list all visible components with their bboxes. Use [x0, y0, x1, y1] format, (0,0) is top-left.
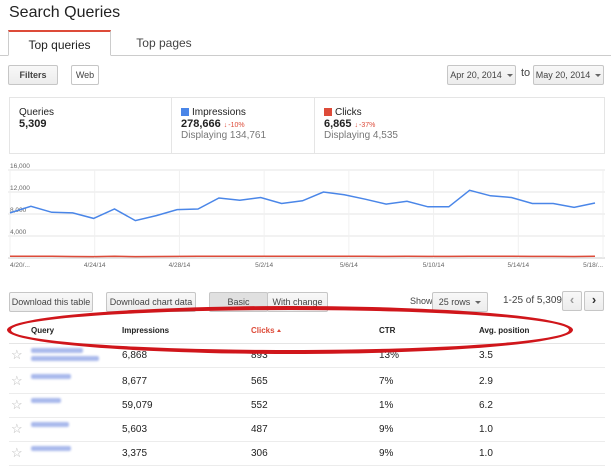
stat-queries-label: Queries — [19, 107, 55, 118]
cell-ctr: 9% — [379, 448, 394, 459]
page-title: Search Queries — [9, 4, 121, 21]
y-tick-label: 16,000 — [10, 163, 30, 170]
filters-button[interactable]: Filters — [8, 65, 58, 85]
x-tick-label: 4/20/... — [10, 262, 30, 269]
stat-clicks-delta: -37% — [359, 122, 376, 129]
stat-clicks[interactable]: Clicks 6,865 ↓-37% Displaying 4,535 — [314, 98, 459, 153]
table-row[interactable]: ☆ 59,079 552 1% 6.2 — [9, 394, 605, 418]
x-tick-label: 4/28/14 — [169, 262, 191, 269]
stat-impressions-label-row: Impressions — [181, 107, 314, 118]
x-tick-label: 5/14/14 — [507, 262, 529, 269]
star-icon[interactable]: ☆ — [11, 445, 23, 461]
chevron-down-icon — [475, 301, 482, 305]
query-link[interactable] — [31, 398, 61, 406]
end-date-label: May 20, 2014 — [535, 70, 591, 80]
cell-avg-position: 1.0 — [479, 424, 493, 435]
table-row[interactable]: ☆ 5,603 487 9% 1.0 — [9, 418, 605, 442]
cell-impressions: 59,079 — [122, 400, 153, 411]
stat-queries[interactable]: Queries 5,309 — [10, 98, 171, 153]
chevron-left-icon: ‹ — [569, 292, 575, 307]
table-row[interactable]: ☆ 8,677 565 7% 2.9 — [9, 370, 605, 394]
cell-clicks: 487 — [251, 424, 268, 435]
clicks-swatch — [324, 108, 332, 116]
download-table-button[interactable]: Download this table — [9, 292, 93, 312]
query-link[interactable] — [31, 422, 69, 430]
table-row[interactable]: ☆ 3,375 306 9% 1.0 — [9, 442, 605, 466]
cell-avg-position: 3.5 — [479, 350, 493, 361]
x-tick-label: 5/2/14 — [255, 262, 273, 269]
stat-clicks-label: Clicks — [335, 107, 362, 118]
start-date-dropdown[interactable]: Apr 20, 2014 — [447, 65, 516, 85]
x-tick-label: 5/6/14 — [340, 262, 358, 269]
tab-bar: Top queries Top pages — [0, 30, 611, 56]
stat-clicks-sub: Displaying 4,535 — [324, 130, 398, 141]
stat-impressions-value-row: 278,666 ↓-10% — [181, 118, 314, 130]
stat-clicks-value: 6,865 — [324, 118, 352, 130]
cell-impressions: 6,868 — [122, 350, 148, 361]
web-filter-button[interactable]: Web — [71, 65, 99, 85]
series-line-impressions — [9, 189, 596, 222]
cell-impressions: 3,375 — [122, 448, 148, 459]
star-icon[interactable]: ☆ — [11, 397, 23, 413]
cell-impressions: 8,677 — [122, 376, 148, 387]
rows-per-page-label: 25 rows — [438, 297, 471, 307]
star-icon[interactable]: ☆ — [11, 373, 23, 389]
cell-impressions: 5,603 — [122, 424, 148, 435]
query-link[interactable] — [31, 374, 71, 382]
cell-avg-position: 1.0 — [479, 448, 493, 459]
arrow-down-icon: ↓ — [354, 122, 359, 129]
chevron-down-icon — [595, 74, 602, 78]
cell-ctr: 9% — [379, 424, 394, 435]
end-date-dropdown[interactable]: May 20, 2014 — [533, 65, 604, 85]
show-label: Show — [410, 296, 433, 306]
performance-chart[interactable]: 16,00012,0008,0004,0004/20/... 4/24/14 4/2… — [0, 160, 611, 275]
prev-page-button[interactable]: ‹ — [562, 291, 582, 311]
next-page-button[interactable]: › — [584, 291, 604, 311]
cell-ctr: 1% — [379, 400, 394, 411]
cell-ctr: 7% — [379, 376, 394, 387]
stat-impressions-label: Impressions — [192, 107, 246, 118]
stat-impressions-value: 278,666 — [181, 118, 221, 130]
tab-top-queries[interactable]: Top queries — [8, 30, 111, 56]
stat-clicks-value-row: 6,865 ↓-37% — [324, 118, 459, 130]
stats-panel: Queries 5,309 Impressions 278,666 ↓-10% D… — [9, 97, 605, 154]
chevron-right-icon: › — [591, 292, 597, 307]
x-tick-label: 5/18/... — [583, 262, 603, 269]
star-icon[interactable]: ☆ — [11, 421, 23, 437]
y-tick-label: 12,000 — [10, 185, 30, 192]
arrow-down-icon: ↓ — [223, 122, 228, 129]
chevron-down-icon — [506, 74, 513, 78]
stat-queries-value: 5,309 — [19, 118, 47, 130]
query-link[interactable] — [31, 446, 71, 454]
cell-clicks: 565 — [251, 376, 268, 387]
highlight-ellipse — [7, 306, 573, 354]
date-separator: to — [521, 67, 531, 79]
star-icon[interactable]: ☆ — [11, 347, 23, 363]
stat-impressions-sub: Displaying 134,761 — [181, 130, 267, 141]
pager-text: 1-25 of 5,309 — [503, 295, 562, 306]
cell-clicks: 306 — [251, 448, 268, 459]
stat-impressions-delta: -10% — [228, 122, 245, 129]
start-date-label: Apr 20, 2014 — [450, 70, 502, 80]
cell-avg-position: 6.2 — [479, 400, 493, 411]
cell-clicks: 552 — [251, 400, 268, 411]
impressions-swatch — [181, 108, 189, 116]
tab-top-pages[interactable]: Top pages — [118, 30, 210, 56]
y-tick-label: 4,000 — [10, 229, 27, 236]
cell-avg-position: 2.9 — [479, 376, 493, 387]
stat-impressions[interactable]: Impressions 278,666 ↓-10% Displaying 134,… — [171, 98, 314, 153]
query-link[interactable] — [31, 348, 99, 364]
x-tick-label: 5/10/14 — [423, 262, 445, 269]
x-tick-label: 4/24/14 — [84, 262, 106, 269]
stat-clicks-label-row: Clicks — [324, 107, 459, 118]
